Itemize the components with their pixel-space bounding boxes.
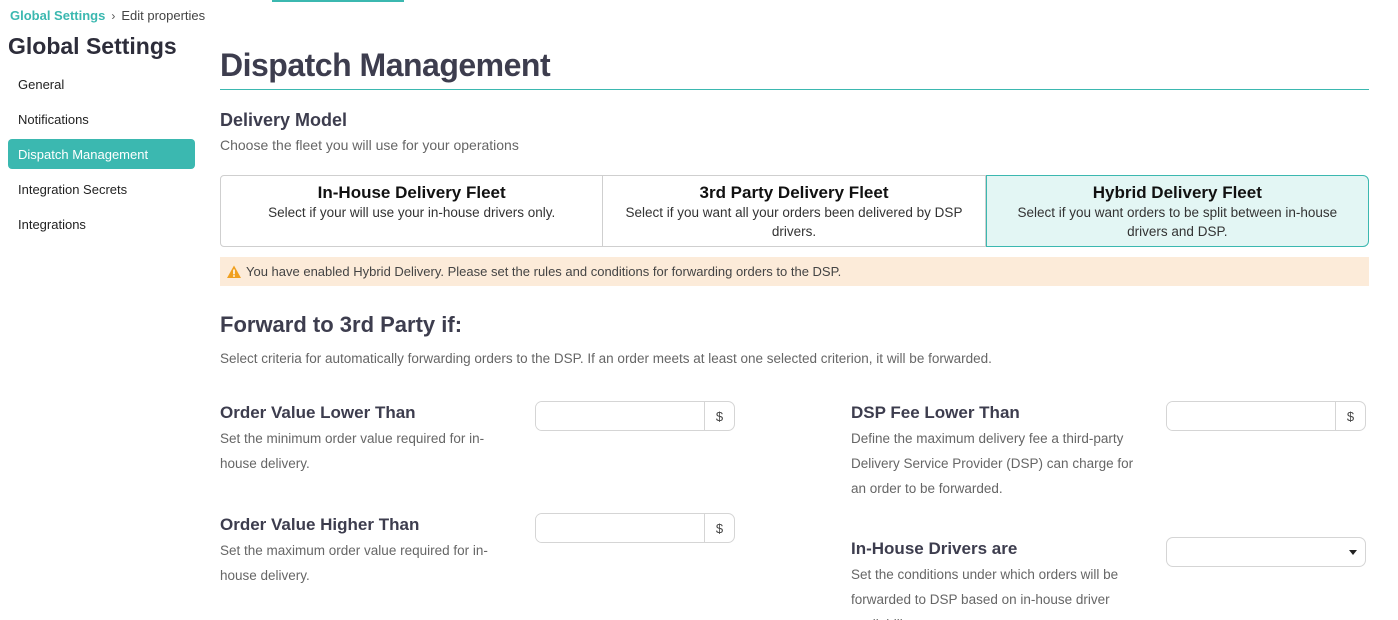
sidebar-item-notifications[interactable]: Notifications (8, 104, 195, 134)
fleet-option-hybrid[interactable]: Hybrid Delivery Fleet Select if you want… (985, 175, 1369, 247)
breadcrumb-global-settings-link[interactable]: Global Settings (10, 8, 105, 23)
order-value-higher-description: Set the maximum order value required for… (220, 543, 488, 583)
sidebar-title: Global Settings (8, 33, 177, 59)
in-house-drivers-select[interactable] (1166, 537, 1366, 567)
order-value-lower-input[interactable] (536, 402, 704, 430)
currency-suffix: $ (704, 514, 734, 542)
fleet-option-title: In-House Delivery Fleet (317, 183, 506, 202)
order-value-lower-input-group: $ (535, 401, 735, 431)
breadcrumb-current: Edit properties (121, 8, 206, 23)
breadcrumb-separator: › (111, 8, 116, 23)
dsp-fee-lower-input-group: $ (1166, 401, 1366, 431)
order-value-lower-title: Order Value Lower Than (220, 403, 416, 422)
order-value-lower-description: Set the minimum order value required for… (220, 431, 485, 471)
fleet-option-description: Select if your will use your in-house dr… (268, 205, 556, 220)
page-title: Dispatch Management (220, 47, 551, 83)
fleet-options: In-House Delivery Fleet Select if your w… (220, 175, 1369, 247)
delivery-model-heading: Delivery Model (220, 110, 348, 130)
fleet-option-in-house[interactable]: In-House Delivery Fleet Select if your w… (220, 175, 604, 247)
dsp-fee-lower-input[interactable] (1167, 402, 1335, 430)
sidebar-item-dispatch-management[interactable]: Dispatch Management (8, 139, 195, 169)
chevron-down-icon (1349, 549, 1357, 555)
in-house-drivers-description: Set the conditions under which orders wi… (851, 567, 1119, 620)
dsp-fee-lower-description: Define the maximum delivery fee a third-… (851, 431, 1134, 496)
fleet-option-3rd-party[interactable]: 3rd Party Delivery Fleet Select if you w… (603, 175, 986, 247)
breadcrumb: Global Settings › Edit properties (10, 8, 205, 23)
order-value-higher-input-group: $ (535, 513, 735, 543)
fleet-option-title: 3rd Party Delivery Fleet (699, 183, 889, 202)
in-house-drivers-title: In-House Drivers are (851, 539, 1018, 558)
top-accent-bar (272, 0, 404, 2)
forward-heading: Forward to 3rd Party if: (220, 312, 463, 337)
fleet-option-description: Select if you want orders to be split be… (1017, 205, 1338, 239)
sidebar-nav: General Notifications Dispatch Managemen… (8, 69, 195, 244)
delivery-model-subtitle: Choose the fleet you will use for your o… (220, 137, 519, 153)
alert-text: You have enabled Hybrid Delivery. Please… (246, 264, 842, 279)
hybrid-warning-alert: You have enabled Hybrid Delivery. Please… (220, 257, 1369, 286)
currency-suffix: $ (704, 402, 734, 430)
fleet-option-title: Hybrid Delivery Fleet (1092, 183, 1262, 202)
sidebar-item-general[interactable]: General (8, 69, 195, 99)
sidebar-item-integrations[interactable]: Integrations (8, 209, 195, 239)
order-value-higher-input[interactable] (536, 514, 704, 542)
currency-suffix: $ (1335, 402, 1365, 430)
fleet-option-description: Select if you want all your orders been … (625, 205, 963, 239)
title-divider (220, 89, 1369, 90)
sidebar-item-integration-secrets[interactable]: Integration Secrets (8, 174, 195, 204)
dsp-fee-lower-title: DSP Fee Lower Than (851, 403, 1020, 422)
order-value-higher-title: Order Value Higher Than (220, 515, 420, 534)
warning-icon (226, 264, 242, 280)
forward-subtitle: Select criteria for automatically forwar… (220, 351, 992, 366)
